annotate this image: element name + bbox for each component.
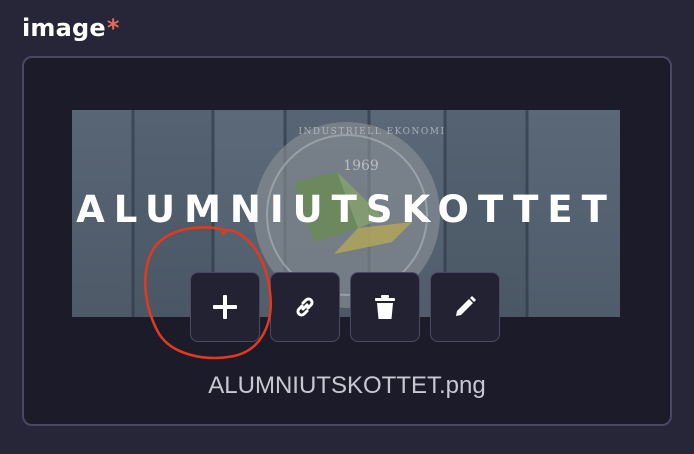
pencil-icon [456,296,476,316]
delete-button[interactable] [350,272,420,342]
link-icon [296,297,314,317]
field-label-text: image [22,14,106,42]
file-name: ALUMNIUTSKOTTET.png [208,372,486,399]
banner-text: ALUMNIUTSKOTTET [76,188,616,231]
add-button[interactable] [190,272,260,342]
seal-text: INDUSTRIELL EKONOMI [298,127,445,137]
image-actions [190,272,500,342]
trash-icon [375,295,395,319]
link-button[interactable] [270,272,340,342]
image-field: image* 1969 INDUSTRIELL EKONOMI ALUMNIUT… [0,0,694,454]
required-marker: * [106,14,120,42]
seal-year: 1969 [343,158,379,174]
plus-icon [213,295,237,319]
edit-button[interactable] [430,272,500,342]
field-label: image* [22,14,120,42]
